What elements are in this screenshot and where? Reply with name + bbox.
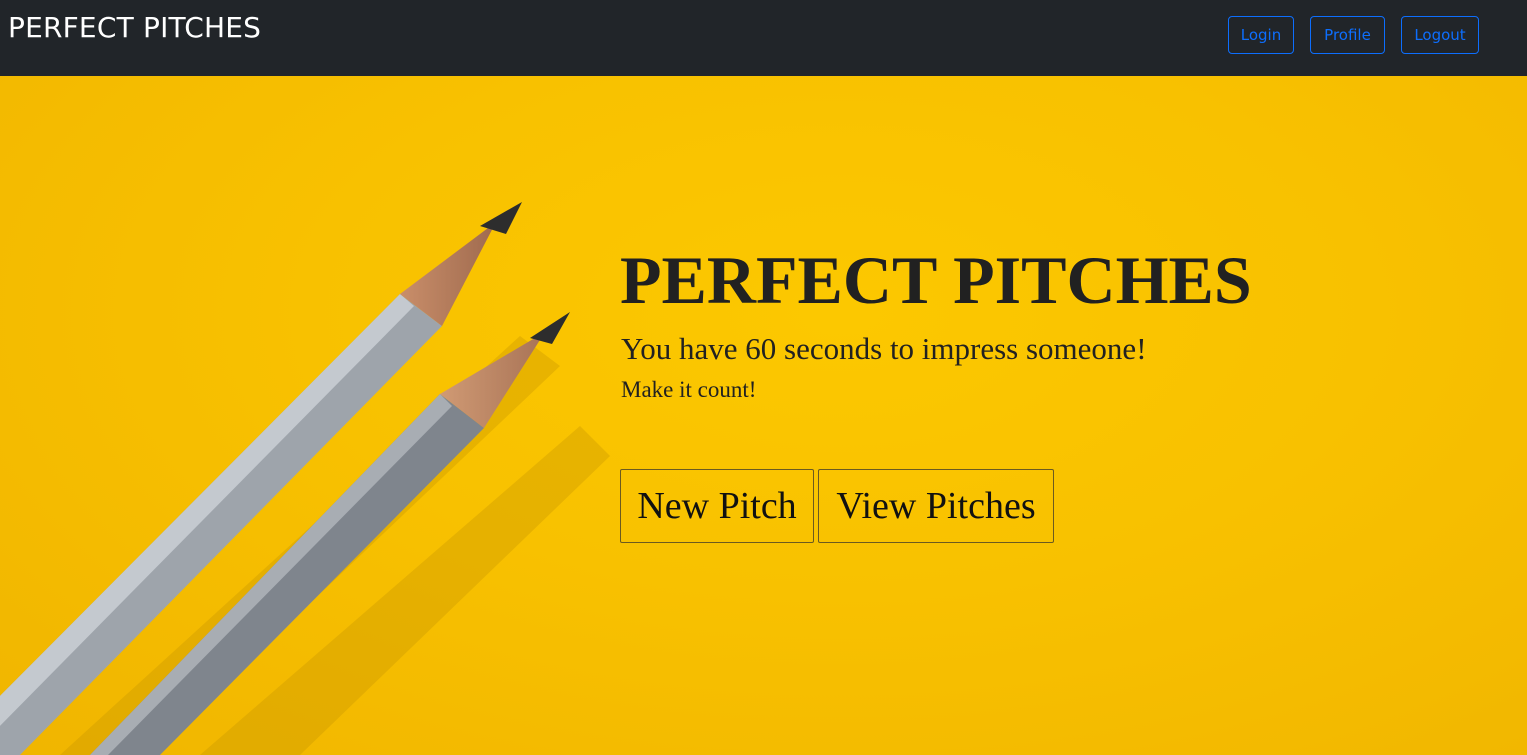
hero-subtitle: You have 60 seconds to impress someone! [621, 331, 1147, 366]
profile-button[interactable]: Profile [1310, 16, 1385, 54]
pencils-illustration [0, 202, 610, 755]
login-button[interactable]: Login [1228, 16, 1294, 54]
new-pitch-button[interactable]: New Pitch [620, 469, 814, 543]
hero-title: PERFECT PITCHES [620, 242, 1252, 318]
view-pitches-button[interactable]: View Pitches [818, 469, 1054, 543]
hero-tagline: Make it count! [621, 377, 757, 402]
navbar: PERFECT PITCHES Login Profile Logout [0, 0, 1527, 76]
hero-section: PERFECT PITCHES You have 60 seconds to i… [0, 76, 1527, 755]
navbar-brand[interactable]: PERFECT PITCHES [8, 10, 261, 46]
logout-button[interactable]: Logout [1401, 16, 1479, 54]
